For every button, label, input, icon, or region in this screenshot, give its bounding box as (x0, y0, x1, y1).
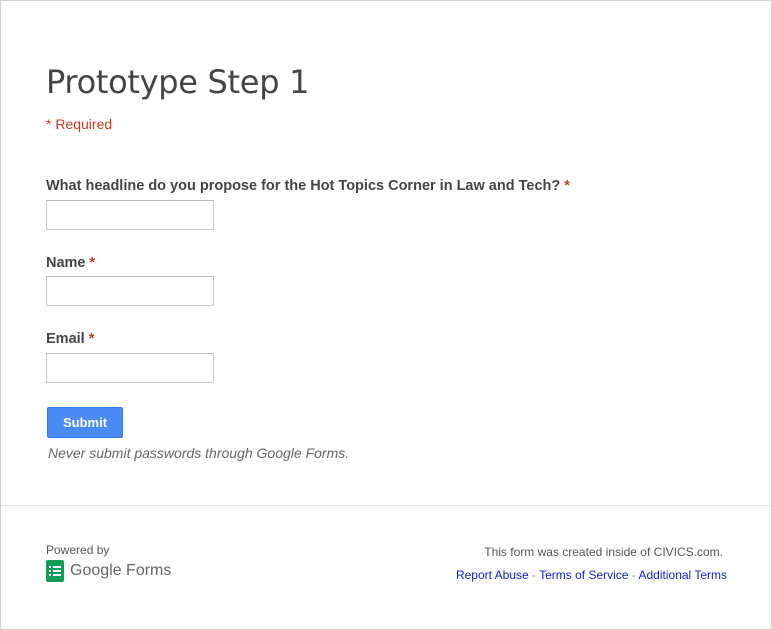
question-text: Name (46, 255, 86, 271)
submit-button[interactable]: Submit (47, 407, 123, 438)
form-page: Prototype Step 1 * Required What headlin… (0, 0, 772, 630)
question-label-headline: What headline do you propose for the Hot… (46, 178, 570, 194)
required-star: * (88, 331, 95, 347)
required-star: * (89, 255, 96, 271)
question-label-email: Email * (46, 331, 94, 347)
required-star: * (564, 178, 570, 194)
link-separator: - (628, 568, 639, 582)
additional-terms-link[interactable]: Additional Terms (639, 568, 728, 582)
google-forms-icon (46, 560, 64, 582)
question-text: What headline do you propose for the Hot… (46, 178, 561, 194)
headline-input[interactable] (46, 200, 214, 230)
question-label-name: Name * (46, 255, 95, 271)
question-text: Email (46, 331, 85, 347)
google-forms-logo-text: Google Forms (70, 562, 172, 579)
footer-divider (1, 505, 771, 506)
google-forms-logo[interactable]: Google Forms (46, 559, 171, 583)
link-separator: - (528, 568, 540, 582)
report-abuse-link[interactable]: Report Abuse (456, 568, 529, 582)
required-note: * Required (46, 116, 113, 132)
password-warning: Never submit passwords through Google Fo… (48, 445, 350, 461)
form-title: Prototype Step 1 (46, 63, 310, 101)
footer-links: Report Abuse - Terms of Service - Additi… (456, 568, 727, 582)
terms-of-service-link[interactable]: Terms of Service (539, 568, 628, 582)
name-input[interactable] (46, 276, 214, 306)
powered-by-label: Powered by (46, 543, 110, 557)
created-note: This form was created inside of CIVICS.c… (484, 545, 723, 559)
email-input[interactable] (46, 353, 214, 383)
